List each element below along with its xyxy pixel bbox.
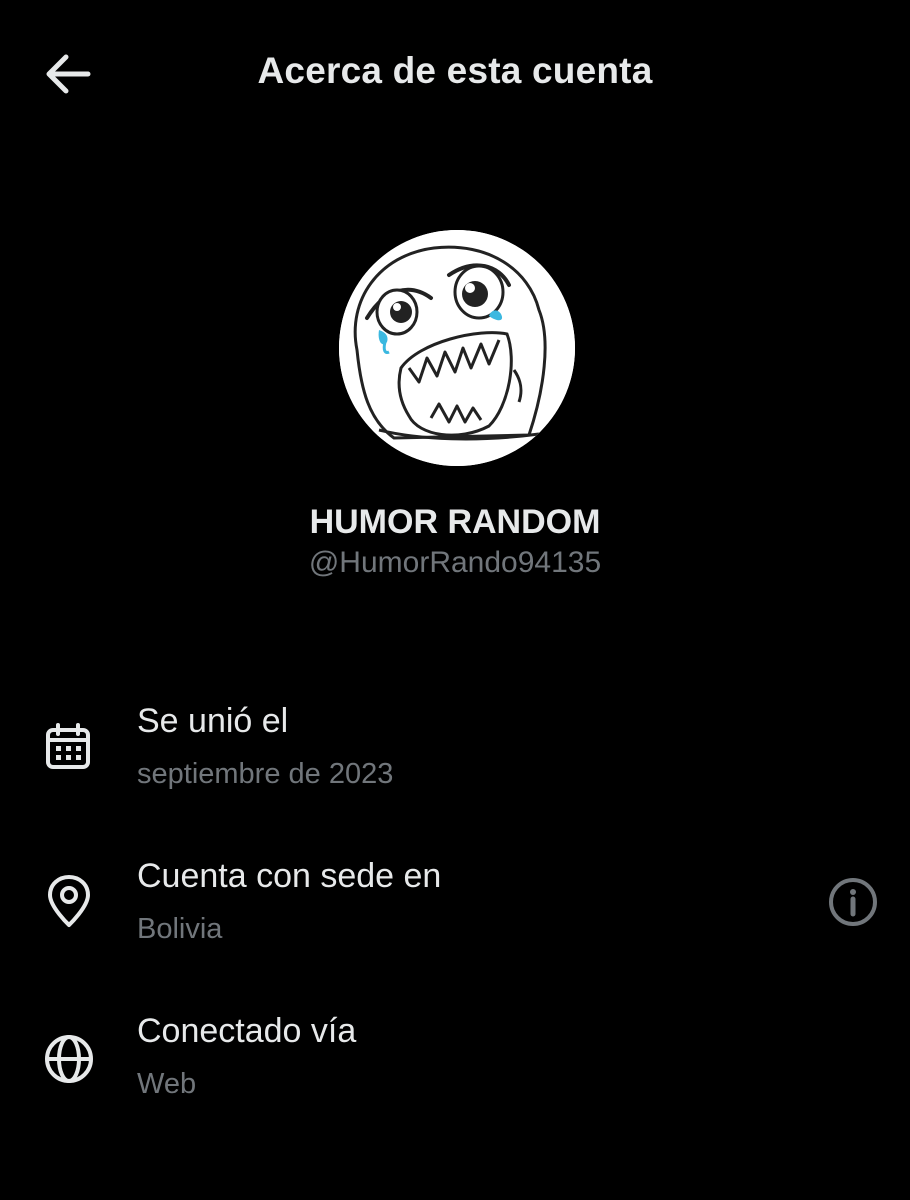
location-info-button[interactable] xyxy=(822,871,884,933)
profile-name: HUMOR RANDOM xyxy=(309,503,601,541)
top-app-bar: Acerca de esta cuenta xyxy=(0,0,910,150)
account-location-row: Cuenta con sede en Bolivia xyxy=(0,857,910,967)
joined-label: Se unió el xyxy=(137,702,289,740)
info-icon xyxy=(829,878,877,926)
connected-value: Web xyxy=(137,1068,197,1100)
rage-face-avatar xyxy=(339,230,575,466)
calendar-icon xyxy=(40,720,98,778)
connected-label: Conectado vía xyxy=(137,1012,357,1050)
joined-date-row: Se unió el septiembre de 2023 xyxy=(0,702,910,812)
location-pin-icon xyxy=(40,873,98,931)
connected-via-row: Conectado vía Web xyxy=(0,1012,910,1122)
profile-handle: @HumorRando94135 xyxy=(308,546,602,579)
joined-value: septiembre de 2023 xyxy=(137,758,394,790)
globe-icon xyxy=(40,1030,98,1088)
location-label: Cuenta con sede en xyxy=(137,857,442,895)
page-title: Acerca de esta cuenta xyxy=(257,50,653,91)
avatar[interactable] xyxy=(339,230,575,466)
location-value: Bolivia xyxy=(137,913,223,945)
